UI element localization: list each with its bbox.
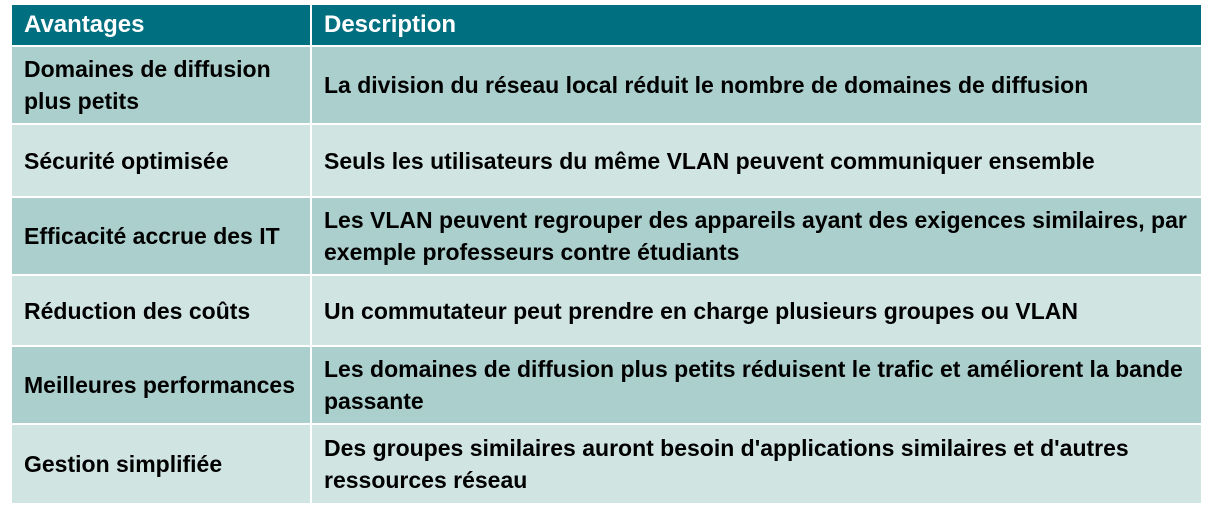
- table-row: Sécurité optimisée Seuls les utilisateur…: [10, 123, 1203, 198]
- table-row: Gestion simplifiée Des groupes similaire…: [10, 423, 1203, 505]
- advantage-cell: Efficacité accrue des IT: [10, 196, 312, 276]
- description-cell: Seuls les utilisateurs du même VLAN peuv…: [310, 123, 1203, 198]
- advantage-cell: Gestion simplifiée: [10, 423, 312, 505]
- description-cell: Les domaines de diffusion plus petits ré…: [310, 345, 1203, 425]
- table-row: Réduction des coûts Un commutateur peut …: [10, 274, 1203, 347]
- vlan-advantages-table: Avantages Description Domaines de diffus…: [10, 3, 1203, 505]
- description-cell: Les VLAN peuvent regrouper des appareils…: [310, 196, 1203, 276]
- table-row: Meilleures performances Les domaines de …: [10, 345, 1203, 425]
- header-advantages: Avantages: [10, 3, 312, 47]
- description-cell: Un commutateur peut prendre en charge pl…: [310, 274, 1203, 347]
- description-cell: La division du réseau local réduit le no…: [310, 45, 1203, 125]
- advantage-cell: Meilleures performances: [10, 345, 312, 425]
- header-description: Description: [310, 3, 1203, 47]
- description-cell: Des groupes similaires auront besoin d'a…: [310, 423, 1203, 505]
- header-row: Avantages Description: [10, 3, 1203, 47]
- advantage-cell: Réduction des coûts: [10, 274, 312, 347]
- advantage-cell: Domaines de diffusion plus petits: [10, 45, 312, 125]
- advantage-cell: Sécurité optimisée: [10, 123, 312, 198]
- table-row: Efficacité accrue des IT Les VLAN peuven…: [10, 196, 1203, 276]
- table-row: Domaines de diffusion plus petits La div…: [10, 45, 1203, 125]
